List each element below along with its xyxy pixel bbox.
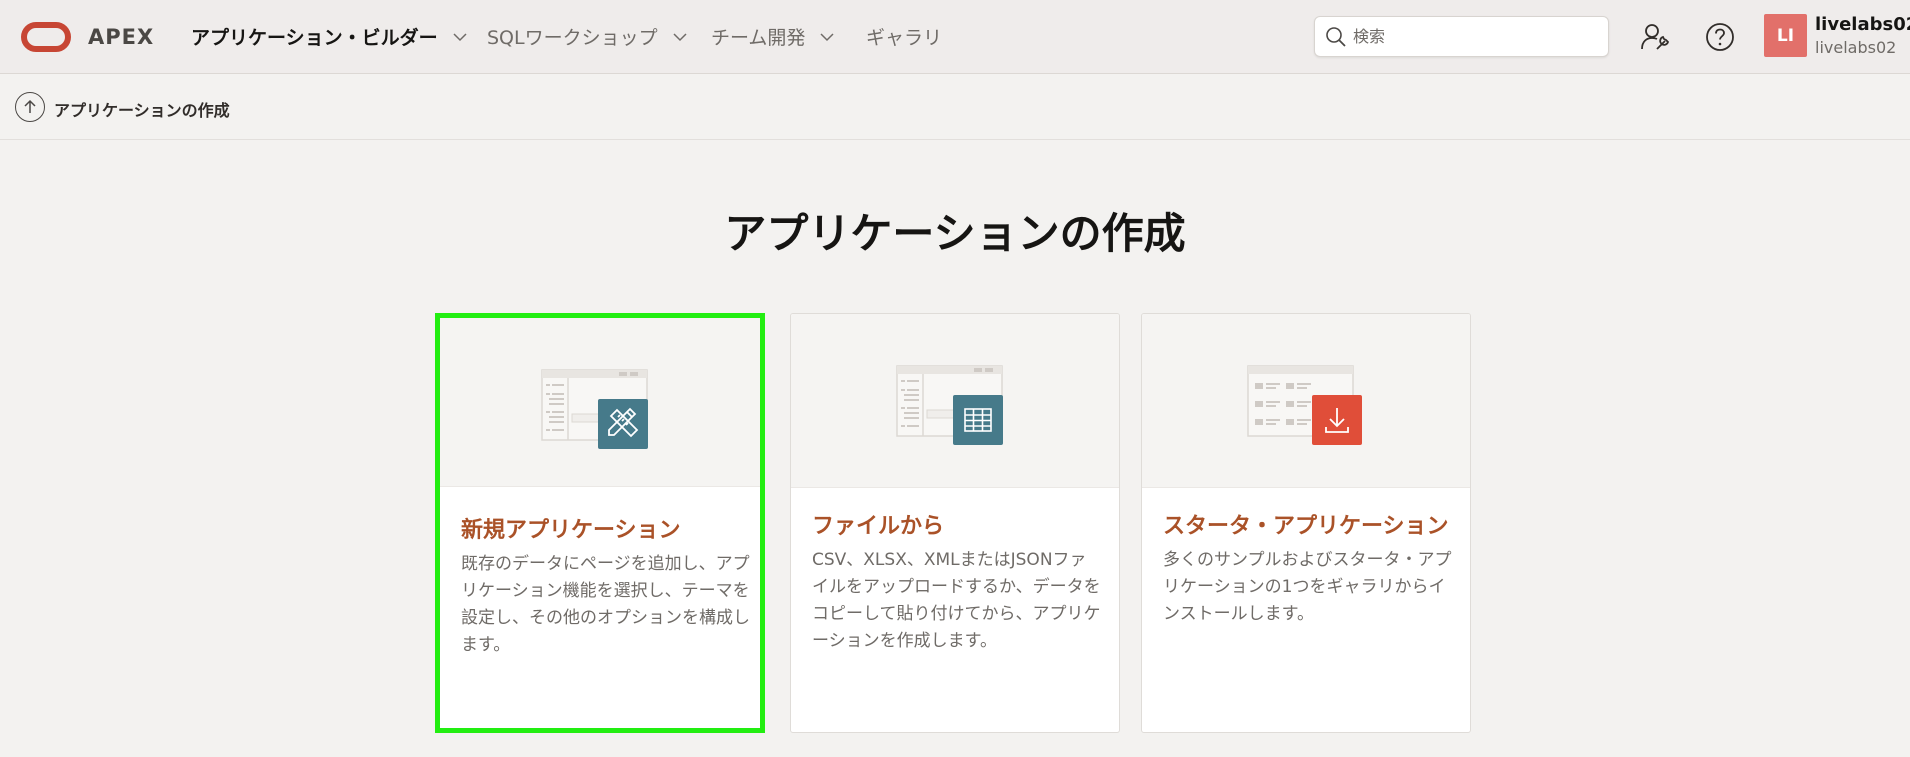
card-description: CSV、XLSX、XMLまたはJSONファイルをアップロードするか、データをコピ… (812, 550, 1101, 651)
top-header: APEX アプリケーション・ビルダー SQLワークショップ チーム開発 ギャラリ (0, 0, 1910, 74)
card-title: ファイルから (812, 514, 945, 539)
search-icon (1326, 26, 1346, 47)
card-illustration (440, 318, 760, 487)
administration-button[interactable] (1638, 20, 1672, 54)
nav-team-development[interactable]: チーム開発 (711, 23, 835, 50)
card-illustration (791, 314, 1119, 488)
user-name[interactable]: livelabs02 (1815, 14, 1910, 35)
app-page-illustration (541, 369, 648, 449)
page-title: アプリケーションの作成 (724, 209, 1186, 258)
app-page-illustration (896, 365, 1003, 445)
card-starter-apps[interactable]: スタータ・アプリケーション 多くのサンプルおよびスタータ・アプリケーションの1つ… (1141, 313, 1471, 733)
search-input[interactable] (1353, 27, 1593, 46)
chevron-down-icon (453, 32, 467, 41)
card-description: 既存のデータにページを追加し、アプリケーション機能を選択し、テーマを設定し、その… (461, 554, 750, 655)
card-title: 新規アプリケーション (461, 518, 681, 543)
card-title: スタータ・アプリケーション (1163, 514, 1449, 539)
breadcrumb: アプリケーションの作成 (0, 75, 1910, 140)
up-button[interactable] (15, 92, 45, 122)
card-description: 多くのサンプルおよびスタータ・アプリケーションの1つをギャラリからインストールし… (1163, 550, 1452, 624)
chevron-down-icon (673, 32, 687, 41)
user-avatar[interactable]: LI (1764, 14, 1807, 57)
breadcrumb-label: アプリケーションの作成 (54, 101, 230, 120)
search-box[interactable] (1314, 16, 1609, 57)
oracle-logo-icon[interactable] (21, 22, 71, 52)
nav-sql-workshop[interactable]: SQLワークショップ (487, 23, 688, 50)
chevron-down-icon (820, 32, 834, 41)
nav-sql-workshop-label: SQLワークショップ (487, 27, 658, 49)
user-workspace: livelabs02 (1815, 38, 1897, 57)
card-illustration (1142, 314, 1470, 488)
nav-gallery[interactable]: ギャラリ (866, 23, 942, 50)
up-arrow-icon (24, 99, 36, 113)
administration-icon (1641, 24, 1670, 50)
help-icon (1706, 23, 1734, 51)
card-new-application[interactable]: 新規アプリケーション 既存のデータにページを追加し、アプリケーション機能を選択し… (435, 313, 765, 733)
nav-team-development-label: チーム開発 (711, 27, 806, 49)
help-button[interactable] (1703, 20, 1737, 54)
nav-app-builder-label: アプリケーション・ビルダー (191, 27, 438, 49)
card-from-file[interactable]: ファイルから CSV、XLSX、XMLまたはJSONファイルをアップロードするか… (790, 313, 1120, 733)
nav-app-builder[interactable]: アプリケーション・ビルダー (191, 23, 468, 50)
app-gallery-illustration (1247, 365, 1362, 445)
apex-brand[interactable]: APEX (88, 25, 154, 49)
nav-gallery-label: ギャラリ (866, 27, 943, 49)
